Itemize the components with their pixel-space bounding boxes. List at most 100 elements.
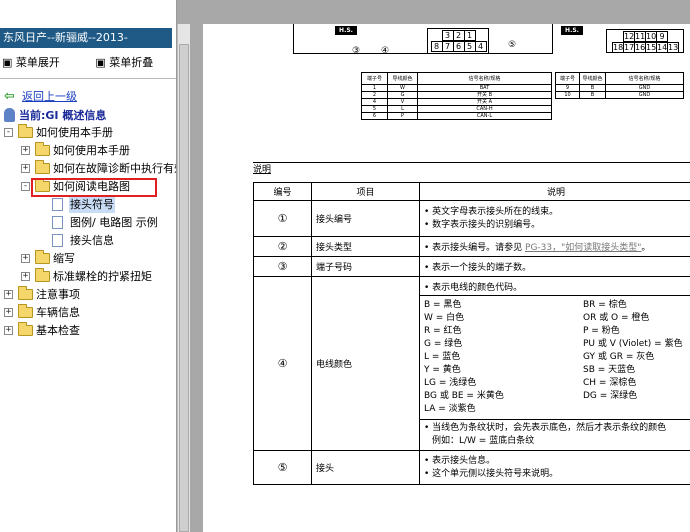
row-number: ② <box>253 236 312 257</box>
legend-row-1: ① 接头编号 • 英文字母表示接头所在的线束。 • 数字表示接头的识别编号。 <box>253 200 690 237</box>
color-code: P = 粉色 <box>583 325 620 336</box>
tree-item[interactable]: + 缩写 <box>21 250 176 267</box>
legend-row-2: ② 接头类型 • 表示接头编号。请参见 PG-33，"如何读取接头类型"。 <box>253 236 690 257</box>
color-codes-right: BR = 棕色 OR 或 O = 橙色 P = 粉色 PU 或 V (Violet) … <box>583 299 688 403</box>
row-item: 接头编号 <box>311 200 420 237</box>
expand-icon[interactable]: + <box>21 272 30 281</box>
expand-all-button[interactable]: ▣ 菜单展开 <box>2 56 76 69</box>
menu-toolbar: ▣ 菜单展开 ▣ 菜单折叠 <box>2 54 176 70</box>
expand-icon[interactable]: + <box>4 308 13 317</box>
desc-text: • 表示接头编号。请参见 <box>424 243 526 253</box>
tree-item[interactable]: + 注意事项 <box>4 286 176 303</box>
expand-icon[interactable]: + <box>21 164 30 173</box>
back-link-label: 返回上一级 <box>22 90 77 103</box>
pin-table-cell: CAN-L <box>417 112 552 120</box>
tree-item-label: 如何使用本手册 <box>53 144 130 157</box>
page-icon <box>52 216 63 229</box>
expand-icon[interactable]: + <box>4 290 13 299</box>
row-item: 接头类型 <box>311 236 420 257</box>
pin-cell: 1 <box>463 30 476 41</box>
expand-icon[interactable]: + <box>21 146 30 155</box>
divider <box>0 78 176 79</box>
expand-icon[interactable]: + <box>4 326 13 335</box>
highlight-box <box>31 178 157 197</box>
legend-header-row: 编号 项目 说明 <box>253 182 690 201</box>
pin-table-cell: P <box>387 112 418 120</box>
diagram-bottom-rule <box>253 162 690 163</box>
color-code: BR = 棕色 <box>583 299 627 310</box>
connector-face-left: 32187654 <box>427 28 489 54</box>
desc-bottom: • 当线色为条纹状时，会先表示底色，然后才表示条纹的颜色例如：L/W = 蓝底白… <box>420 420 690 450</box>
color-code: LA = 淡紫色 <box>424 403 476 414</box>
folder-icon <box>35 142 50 156</box>
desc-line: 例如：L/W = 蓝底白条纹 <box>432 435 535 446</box>
user-icon <box>4 108 15 122</box>
color-code: DG = 深绿色 <box>583 390 638 401</box>
row-number: ③ <box>253 256 312 277</box>
desc-line: • 当线色为条纹状时，会先表示底色，然后才表示条纹的颜色 <box>424 422 667 433</box>
folder-icon <box>35 160 50 174</box>
color-code: OR 或 O = 橙色 <box>583 312 650 323</box>
tree-item[interactable]: 接头信息 <box>38 232 176 249</box>
pin-cell: 4 <box>474 41 487 52</box>
cross-reference-link[interactable]: PG-33，"如何读取接头类型" <box>525 243 641 253</box>
pin-table-cell: GND <box>605 91 684 99</box>
row-number: ⑤ <box>253 450 312 485</box>
tree-item-label: 标准螺栓的拧紧扭矩 <box>53 270 152 283</box>
row-item: 电线颜色 <box>311 276 420 451</box>
row-number: ① <box>253 200 312 237</box>
header-desc: 说明 <box>419 182 690 201</box>
tree-item-label: 基本检查 <box>36 324 80 337</box>
desc-line: • 这个单元侧以接头符号来说明。 <box>424 468 559 479</box>
tree-item[interactable]: + 如何在故障诊断中执行有效 <box>21 160 176 177</box>
folder-icon <box>18 286 33 300</box>
tree-item[interactable]: + 标准螺栓的拧紧扭矩 <box>21 268 176 285</box>
collapse-all-button[interactable]: ▣ 菜单折叠 <box>95 56 169 69</box>
row-number: ④ <box>253 276 312 451</box>
folder-icon <box>18 322 33 336</box>
pin-table-cell: B <box>579 91 606 99</box>
open-folder-icon <box>18 124 33 138</box>
back-arrow-icon: ⇦ <box>4 89 15 104</box>
folder-icon <box>35 250 50 264</box>
document-page: H.S. H.S. 32187654 12 11 10 9 18 17 16 15 14 13 ③… <box>203 24 690 532</box>
tree-item-label: 图例/ 电路图 示例 <box>70 216 158 229</box>
callout-5: ⑤ <box>508 40 517 50</box>
tree-item[interactable]: 图例/ 电路图 示例 <box>38 214 176 231</box>
tree-item[interactable]: + 车辆信息 <box>4 304 176 321</box>
pin-table-cell: 10 <box>555 91 580 99</box>
hs-badge: H.S. <box>335 26 357 35</box>
expand-icon[interactable]: + <box>21 254 30 263</box>
desc-line: • 表示接头信息。 <box>424 455 496 466</box>
tree-item[interactable]: + 基本检查 <box>4 322 176 339</box>
tree-item-label: 注意事项 <box>36 288 80 301</box>
manual-title: 东风日产--新骊威--2013- <box>0 28 172 48</box>
folder-icon <box>18 304 33 318</box>
legend-row-5: ⑤ 接头 • 表示接头信息。 • 这个单元侧以接头符号来说明。 <box>253 450 690 485</box>
tree-item-label: 如何使用本手册 <box>36 126 113 139</box>
header-item: 项目 <box>311 182 420 201</box>
collapse-icon[interactable]: - <box>21 182 30 191</box>
desc-text: 。 <box>641 243 651 253</box>
tree-item[interactable]: + 如何使用本手册 <box>21 142 176 159</box>
page-icon <box>52 198 63 211</box>
folder-icon <box>35 268 50 282</box>
color-code: SB = 天蓝色 <box>583 364 636 375</box>
tree-item[interactable]: 接头符号 <box>38 196 176 213</box>
scroll-thumb[interactable] <box>179 44 189 532</box>
collapse-icon[interactable]: - <box>4 128 13 137</box>
expand-all-label: 菜单展开 <box>15 56 60 69</box>
tree-item-label: 接头信息 <box>70 234 114 247</box>
row-desc: • 表示一个接头的端子数。 <box>419 256 690 277</box>
color-code: CH = 深棕色 <box>583 377 637 388</box>
vertical-scrollbar[interactable] <box>177 24 190 532</box>
color-code: GY 或 GR = 灰色 <box>583 351 655 362</box>
tree-item-label: 车辆信息 <box>36 306 80 319</box>
legend-row-3: ③ 端子号码 • 表示一个接头的端子数。 <box>253 256 690 277</box>
page-icon <box>52 234 63 247</box>
callout-3: ③ <box>352 46 361 56</box>
desc-top: • 表示电线的颜色代码。 <box>420 278 690 296</box>
tree-item[interactable]: - 如何使用本手册 <box>4 124 176 141</box>
row-desc: • 英文字母表示接头所在的线束。 • 数字表示接头的识别编号。 <box>419 200 690 237</box>
current-section-label: 当前:GI 概述信息 <box>19 109 107 122</box>
